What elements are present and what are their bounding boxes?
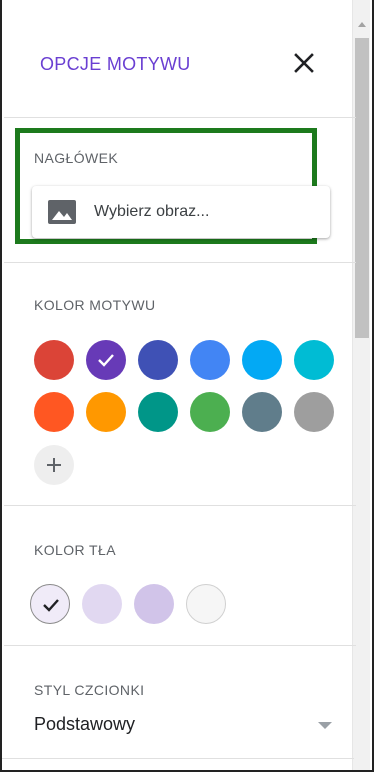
choose-image-button[interactable]: Wybierz obraz... — [32, 186, 330, 238]
background-color-swatch[interactable] — [134, 584, 174, 624]
checkmark-icon — [43, 599, 59, 612]
theme-color-swatch[interactable] — [86, 340, 126, 380]
theme-color-swatch[interactable] — [294, 340, 334, 380]
theme-color-swatch[interactable] — [242, 392, 282, 432]
add-custom-color-button[interactable] — [34, 445, 74, 485]
dropdown-arrow-icon — [318, 722, 332, 729]
close-button[interactable] — [289, 48, 319, 78]
header-section: NAGŁÓWEK Wybierz obraz... — [4, 118, 356, 263]
background-color-swatch[interactable] — [82, 584, 122, 624]
image-icon — [48, 200, 76, 224]
bottom-divider — [2, 758, 354, 759]
panel-title: OPCJE MOTYWU — [40, 54, 191, 74]
theme-options-panel: OPCJE MOTYWU NAGŁÓWEK Wybierz obraz... K… — [0, 0, 374, 772]
background-color-label: KOLOR TŁA — [34, 542, 116, 558]
theme-color-section: KOLOR MOTYWU — [4, 263, 356, 506]
theme-color-label: KOLOR MOTYWU — [34, 297, 156, 313]
panel-content: OPCJE MOTYWU NAGŁÓWEK Wybierz obraz... K… — [4, 0, 356, 766]
background-color-section: KOLOR TŁA — [4, 506, 356, 646]
scroll-thumb[interactable] — [355, 38, 369, 338]
close-icon — [294, 53, 314, 73]
background-color-swatch[interactable] — [186, 584, 226, 624]
header-section-label: NAGŁÓWEK — [34, 150, 119, 166]
plus-icon — [47, 458, 61, 472]
theme-color-swatch[interactable] — [242, 340, 282, 380]
theme-color-swatch[interactable] — [190, 392, 230, 432]
theme-color-swatch[interactable] — [34, 392, 74, 432]
background-color-swatch[interactable] — [30, 584, 70, 624]
theme-color-swatch[interactable] — [138, 392, 178, 432]
theme-color-swatch[interactable] — [190, 340, 230, 380]
theme-color-swatch[interactable] — [86, 392, 126, 432]
font-style-select[interactable]: Podstawowy — [34, 710, 334, 740]
scroll-up-arrow-icon[interactable] — [358, 22, 366, 27]
choose-image-label: Wybierz obraz... — [94, 203, 210, 220]
font-style-label: STYL CZCIONKI — [34, 682, 145, 698]
font-style-value: Podstawowy — [34, 714, 136, 734]
theme-color-swatch[interactable] — [34, 340, 74, 380]
theme-color-swatch[interactable] — [294, 392, 334, 432]
font-style-section: STYL CZCIONKI Podstawowy — [4, 646, 356, 766]
panel-header: OPCJE MOTYWU — [4, 0, 356, 118]
checkmark-icon — [98, 354, 114, 367]
theme-color-swatch[interactable] — [138, 340, 178, 380]
